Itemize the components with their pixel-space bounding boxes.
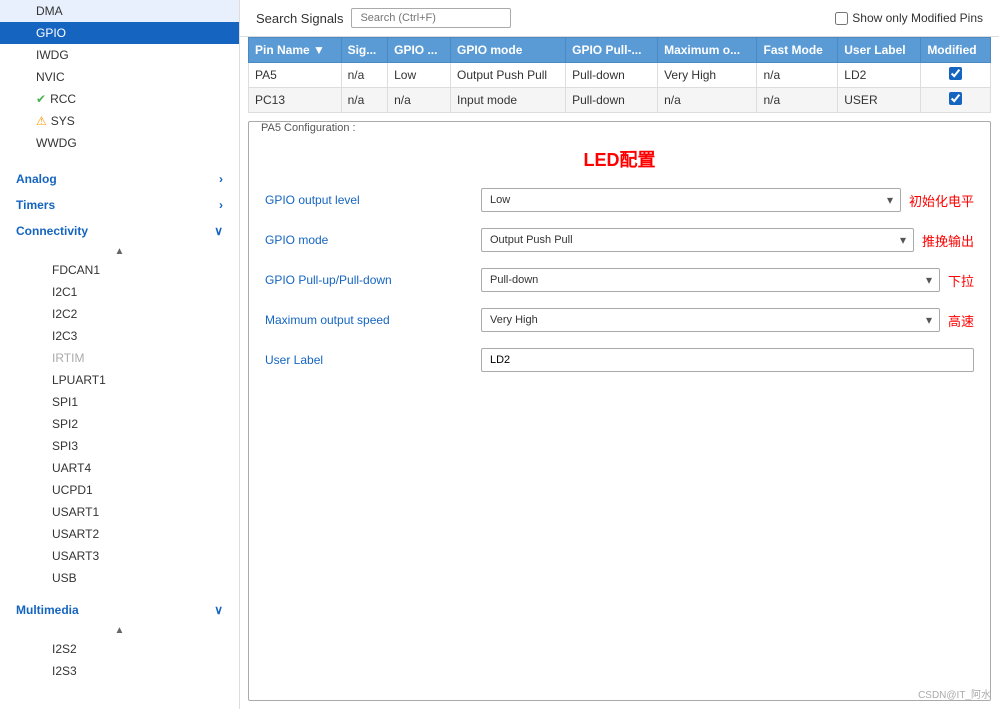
col-modified[interactable]: Modified bbox=[921, 38, 991, 63]
sidebar-item-usart2[interactable]: USART2 bbox=[0, 523, 239, 545]
search-signals-title: Search Signals bbox=[256, 11, 343, 26]
config-field-label: Maximum output speed bbox=[265, 313, 465, 327]
sidebar-item-usart3[interactable]: USART3 bbox=[0, 545, 239, 567]
sidebar-section-connectivity[interactable]: Connectivity ∨ bbox=[0, 218, 239, 244]
col-gpio-mode[interactable]: GPIO mode bbox=[451, 38, 566, 63]
chevron-down-icon: ∨ bbox=[214, 603, 223, 617]
sidebar: DMA GPIO IWDG NVIC ✔ RCC ⚠ SYS WWDG Anal… bbox=[0, 0, 240, 709]
config-field-row: GPIO mode Output Push Pull 推挽输出 bbox=[249, 220, 990, 260]
topbar: Search Signals Show only Modified Pins bbox=[240, 0, 999, 37]
show-modified-checkbox[interactable] bbox=[835, 12, 848, 25]
sidebar-item-label: RCC bbox=[50, 92, 76, 106]
main-content: Search Signals Show only Modified Pins P… bbox=[240, 0, 999, 709]
table-row[interactable]: PA5n/aLowOutput Push PullPull-downVery H… bbox=[249, 63, 991, 88]
sidebar-section-analog[interactable]: Analog › bbox=[0, 166, 239, 192]
show-modified-label: Show only Modified Pins bbox=[852, 11, 983, 25]
show-modified-row: Show only Modified Pins bbox=[835, 11, 983, 25]
scroll-up-button[interactable]: ▲ bbox=[0, 244, 239, 259]
sidebar-item-i2c1[interactable]: I2C1 bbox=[0, 281, 239, 303]
scroll-up-button-2[interactable]: ▲ bbox=[0, 623, 239, 638]
col-gpio-pull[interactable]: GPIO Pull-... bbox=[566, 38, 658, 63]
sidebar-item-ucpd1[interactable]: UCPD1 bbox=[0, 479, 239, 501]
config-select-2[interactable]: Pull-down bbox=[481, 268, 940, 292]
sidebar-item-label: WWDG bbox=[36, 136, 77, 150]
config-field-label: GPIO Pull-up/Pull-down bbox=[265, 273, 465, 287]
config-select-0[interactable]: Low bbox=[481, 188, 901, 212]
sidebar-item-gpio[interactable]: GPIO bbox=[0, 22, 239, 44]
gpio-table: Pin Name ▼ Sig... GPIO ... GPIO mode GPI… bbox=[248, 37, 991, 113]
sidebar-item-uart4[interactable]: UART4 bbox=[0, 457, 239, 479]
config-annotation: 高速 bbox=[948, 311, 974, 330]
sidebar-item-dma[interactable]: DMA bbox=[0, 0, 239, 22]
check-icon: ✔ bbox=[36, 92, 46, 106]
sidebar-item-spi1[interactable]: SPI1 bbox=[0, 391, 239, 413]
sidebar-item-usb[interactable]: USB bbox=[0, 567, 239, 589]
search-input[interactable] bbox=[351, 8, 511, 28]
col-user-label[interactable]: User Label bbox=[838, 38, 921, 63]
config-field-label: User Label bbox=[265, 353, 465, 367]
sidebar-item-label: SYS bbox=[51, 114, 75, 128]
config-select-3[interactable]: Very High bbox=[481, 308, 940, 332]
sidebar-item-sys[interactable]: ⚠ SYS bbox=[0, 110, 239, 132]
sidebar-item-i2s2[interactable]: I2S2 bbox=[0, 638, 239, 660]
config-legend: PA5 Configuration : bbox=[257, 122, 360, 134]
section-label: Connectivity bbox=[16, 224, 88, 238]
section-label: Multimedia bbox=[16, 603, 79, 617]
sidebar-item-label: GPIO bbox=[36, 26, 66, 40]
col-sig[interactable]: Sig... bbox=[341, 38, 388, 63]
sidebar-item-label: DMA bbox=[36, 4, 63, 18]
modified-checkbox[interactable] bbox=[949, 92, 962, 105]
section-label: Timers bbox=[16, 198, 55, 212]
sidebar-item-usart1[interactable]: USART1 bbox=[0, 501, 239, 523]
sidebar-item-i2c3[interactable]: I2C3 bbox=[0, 325, 239, 347]
table-row[interactable]: PC13n/an/aInput modePull-downn/an/aUSER bbox=[249, 88, 991, 113]
sidebar-item-i2c2[interactable]: I2C2 bbox=[0, 303, 239, 325]
sidebar-item-nvic[interactable]: NVIC bbox=[0, 66, 239, 88]
config-field-label: GPIO output level bbox=[265, 193, 465, 207]
col-fast-mode[interactable]: Fast Mode bbox=[757, 38, 838, 63]
sidebar-item-i2s3[interactable]: I2S3 bbox=[0, 660, 239, 682]
sidebar-item-rcc[interactable]: ✔ RCC bbox=[0, 88, 239, 110]
col-max-speed[interactable]: Maximum o... bbox=[658, 38, 757, 63]
config-annotation: 下拉 bbox=[948, 271, 974, 290]
config-annotation: 推挽输出 bbox=[922, 231, 974, 250]
sidebar-section-timers[interactable]: Timers › bbox=[0, 192, 239, 218]
sidebar-item-lpuart1[interactable]: LPUART1 bbox=[0, 369, 239, 391]
chevron-right-icon: › bbox=[219, 172, 223, 186]
warn-icon: ⚠ bbox=[36, 114, 47, 128]
config-annotation: 初始化电平 bbox=[909, 191, 974, 210]
section-label: Analog bbox=[16, 172, 57, 186]
config-select-1[interactable]: Output Push Pull bbox=[481, 228, 914, 252]
sidebar-item-label: NVIC bbox=[36, 70, 65, 84]
sidebar-item-spi3[interactable]: SPI3 bbox=[0, 435, 239, 457]
config-input-4[interactable] bbox=[481, 348, 974, 372]
modified-checkbox[interactable] bbox=[949, 67, 962, 80]
config-field-row: Maximum output speed Very High 高速 bbox=[249, 300, 990, 340]
sidebar-section-multimedia[interactable]: Multimedia ∨ bbox=[0, 597, 239, 623]
config-field-row: GPIO Pull-up/Pull-down Pull-down 下拉 bbox=[249, 260, 990, 300]
col-gpio-out[interactable]: GPIO ... bbox=[388, 38, 451, 63]
config-field-label: GPIO mode bbox=[265, 233, 465, 247]
config-field-row: GPIO output level Low 初始化电平 bbox=[249, 180, 990, 220]
chevron-right-icon: › bbox=[219, 198, 223, 212]
sidebar-item-wwdg[interactable]: WWDG bbox=[0, 132, 239, 154]
chevron-down-icon: ∨ bbox=[214, 224, 223, 238]
sidebar-item-spi2[interactable]: SPI2 bbox=[0, 413, 239, 435]
config-field-row: User Label bbox=[249, 340, 990, 380]
col-pin-name[interactable]: Pin Name ▼ bbox=[249, 38, 342, 63]
config-title: LED配置 bbox=[249, 134, 990, 180]
sidebar-item-irtim[interactable]: IRTIM bbox=[0, 347, 239, 369]
sidebar-item-label: IWDG bbox=[36, 48, 69, 62]
config-section: PA5 Configuration : LED配置 GPIO output le… bbox=[248, 121, 991, 701]
sidebar-item-iwdg[interactable]: IWDG bbox=[0, 44, 239, 66]
gpio-table-container: Pin Name ▼ Sig... GPIO ... GPIO mode GPI… bbox=[240, 37, 999, 113]
sidebar-item-fdcan1[interactable]: FDCAN1 bbox=[0, 259, 239, 281]
